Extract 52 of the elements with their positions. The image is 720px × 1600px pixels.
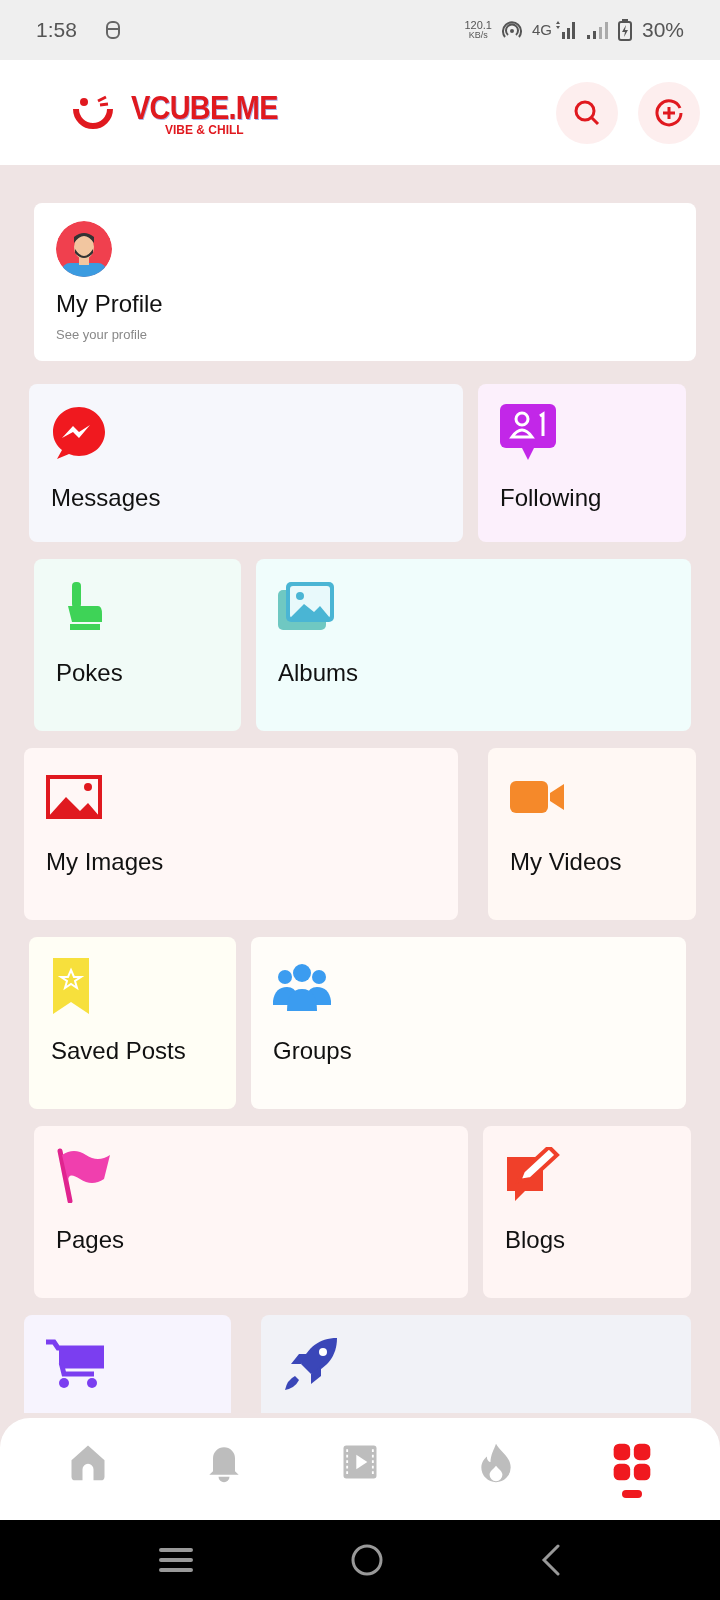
back-icon[interactable] bbox=[541, 1544, 561, 1576]
add-icon bbox=[654, 97, 684, 128]
home-circle-icon[interactable] bbox=[351, 1544, 383, 1576]
menu-tile[interactable]: Blogs bbox=[483, 1126, 691, 1298]
wink-smile-icon bbox=[72, 94, 114, 131]
sim-icon bbox=[104, 20, 121, 40]
speed-unit: KB/s bbox=[468, 31, 488, 40]
menu-tile[interactable]: Saved Posts bbox=[29, 937, 236, 1109]
image-icon bbox=[46, 775, 102, 819]
menu-tile[interactable] bbox=[261, 1315, 691, 1413]
menu-tile[interactable]: Messages bbox=[29, 384, 463, 542]
logo-text: VCUBE.ME bbox=[130, 89, 278, 124]
battery-level: 30% bbox=[641, 17, 684, 44]
signal-icon bbox=[585, 20, 608, 40]
search-icon bbox=[573, 98, 601, 127]
menu-tile[interactable]: Albums bbox=[256, 559, 691, 731]
menu-tile[interactable]: Following bbox=[478, 384, 686, 542]
profile-subtitle: See your profile bbox=[56, 326, 149, 344]
menu-tile[interactable]: My Images bbox=[24, 748, 458, 920]
user-badge-icon bbox=[500, 404, 556, 462]
tile-label: Groups bbox=[273, 1036, 353, 1066]
speed-value: 120.1 bbox=[464, 20, 492, 31]
avatar bbox=[56, 221, 112, 277]
tile-label: Messages bbox=[51, 483, 162, 513]
menu-tile[interactable]: Pokes bbox=[34, 559, 241, 731]
tile-label: My Images bbox=[46, 847, 165, 877]
menu-tile[interactable]: Groups bbox=[251, 937, 686, 1109]
profile-card[interactable]: My Profile See your profile bbox=[34, 203, 696, 361]
people-icon bbox=[273, 961, 331, 1011]
tile-label: Blogs bbox=[505, 1225, 567, 1255]
network-type: 4G bbox=[531, 19, 552, 40]
tile-label: Saved Posts bbox=[51, 1036, 187, 1066]
rocket-icon bbox=[283, 1336, 339, 1392]
menu-tile[interactable] bbox=[24, 1315, 231, 1413]
tile-label: My Videos bbox=[510, 847, 623, 877]
battery-charging-icon bbox=[617, 19, 632, 41]
clock: 1:58 bbox=[36, 17, 77, 44]
shopping-cart-icon bbox=[46, 1339, 104, 1389]
bookmark-star-icon bbox=[51, 958, 91, 1014]
logo-tagline: VIBE & CHILL bbox=[165, 123, 244, 136]
signal-icon bbox=[553, 20, 576, 40]
profile-title: My Profile bbox=[56, 289, 164, 319]
tile-label: Pages bbox=[56, 1225, 126, 1255]
messenger-icon bbox=[51, 405, 107, 461]
tile-label: Following bbox=[500, 483, 603, 513]
hotspot-icon bbox=[501, 20, 522, 40]
menu-tile[interactable]: Pages bbox=[34, 1126, 468, 1298]
tile-label: Albums bbox=[278, 658, 360, 688]
recent-apps-icon[interactable] bbox=[159, 1547, 193, 1573]
tile-label: Pokes bbox=[56, 658, 124, 688]
menu-tile[interactable]: My Videos bbox=[488, 748, 696, 920]
active-indicator bbox=[622, 1490, 642, 1498]
